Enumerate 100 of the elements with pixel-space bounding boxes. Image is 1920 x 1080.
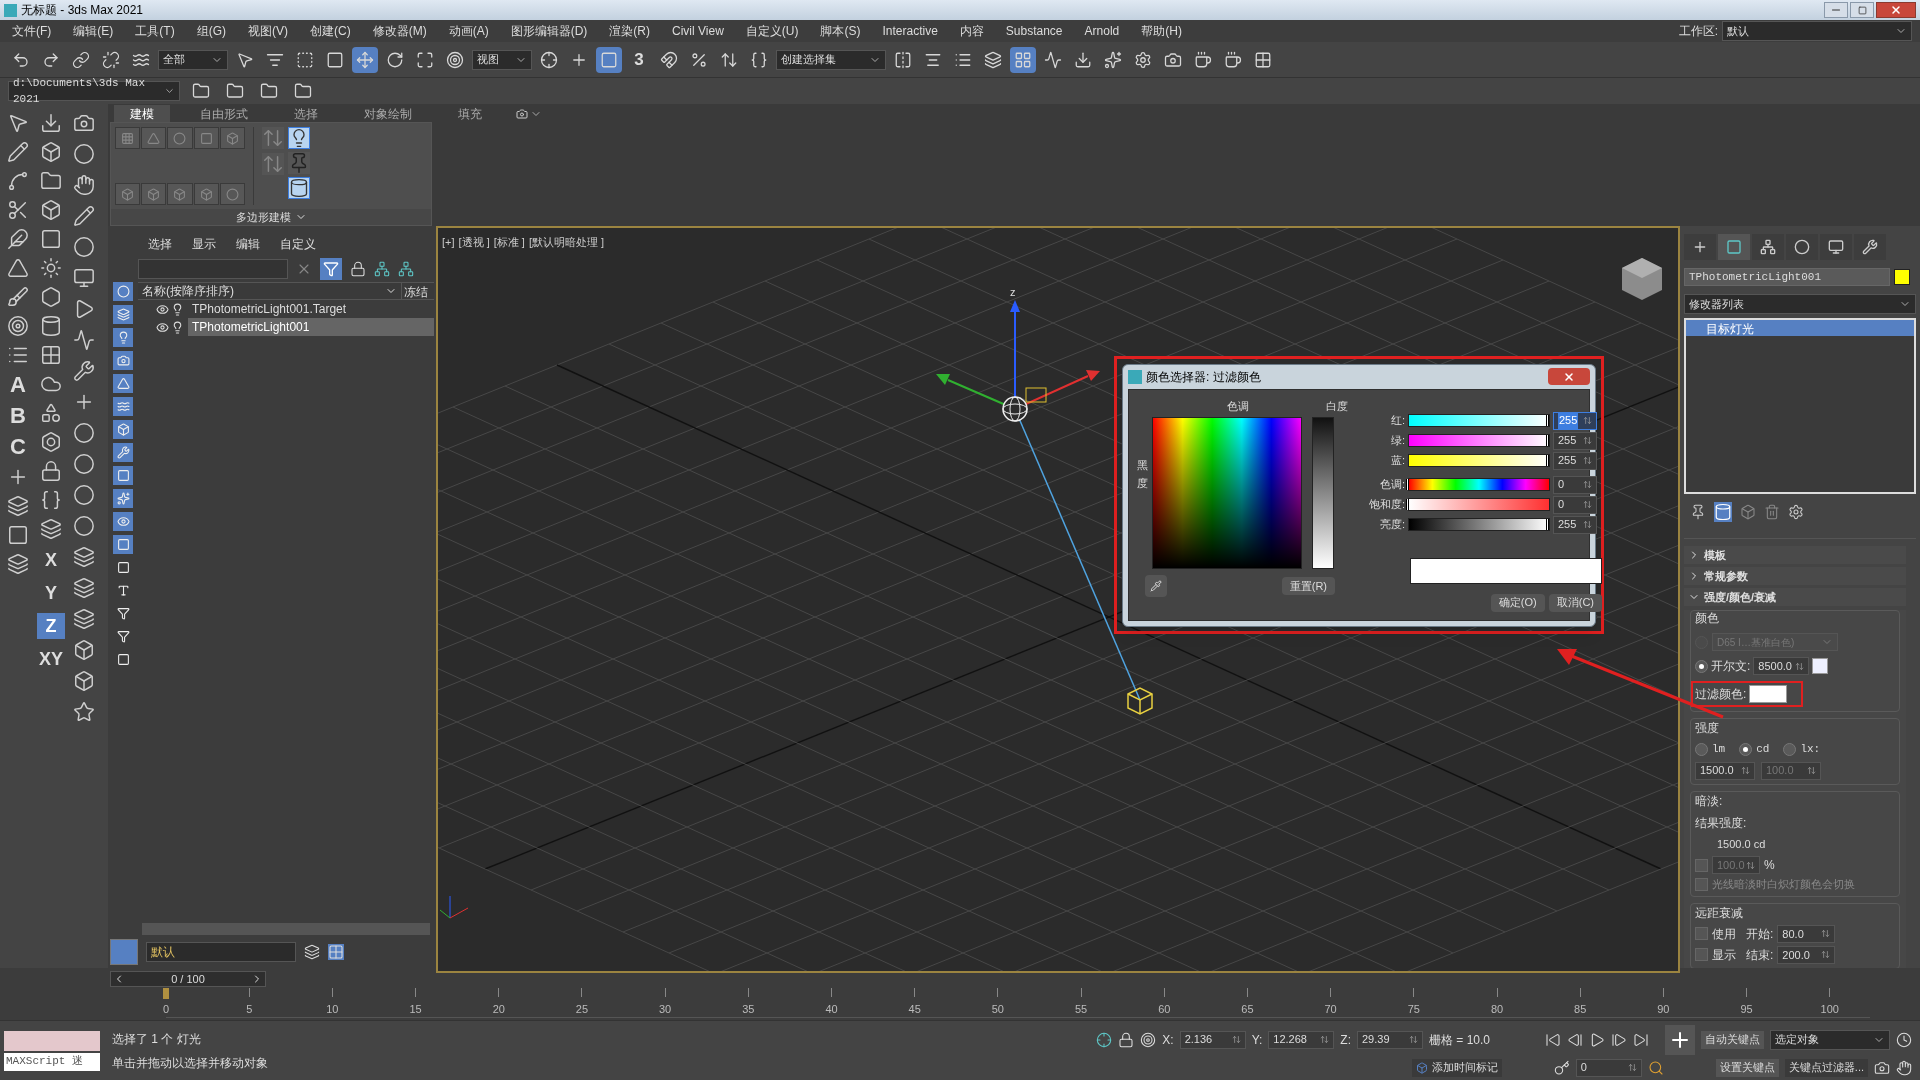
- ribbon-tab[interactable]: 对象绘制: [348, 105, 428, 122]
- viewport-label[interactable]: [默认明暗处理 ]: [528, 234, 605, 251]
- add-time-tag-label: 添加时间标记: [1431, 1060, 1498, 1076]
- menu-item[interactable]: Substance: [1005, 22, 1063, 40]
- selection-filter-dropdown[interactable]: 全部: [158, 49, 228, 70]
- ribbon-tab[interactable]: 填充: [442, 105, 498, 122]
- explorer-menu-item[interactable]: 自定义: [280, 235, 316, 253]
- prompt-text: 单击并拖动以选择并移动对象: [112, 1054, 269, 1072]
- menu-item[interactable]: 自定义(U): [745, 22, 799, 40]
- channel-label: 色调:: [1378, 477, 1405, 493]
- key-mode-dropdown[interactable]: 选定对象: [1770, 1029, 1890, 1050]
- explorer-menu-item[interactable]: 编辑: [236, 235, 260, 253]
- y-coordinate-field[interactable]: 12.268: [1268, 1030, 1335, 1049]
- frame-number: 30: [659, 1001, 672, 1017]
- z-label: Z:: [1340, 1031, 1351, 1049]
- modifier-stack-item[interactable]: 目标灯光: [1686, 320, 1914, 336]
- channel-value-field[interactable]: 255: [1553, 411, 1597, 430]
- rollout-header[interactable]: 强度/颜色/衰减: [1684, 588, 1906, 606]
- named-selection-dropdown[interactable]: 创建选择集: [776, 49, 886, 70]
- frame-number: 5: [246, 1001, 253, 1017]
- ok-button[interactable]: 确定(O): [1490, 593, 1545, 612]
- add-time-tag-button[interactable]: 添加时间标记: [1411, 1058, 1502, 1077]
- axis-constraint-button[interactable]: X: [37, 547, 65, 573]
- ribbon-tab[interactable]: 建模: [114, 105, 170, 122]
- auto-key-button[interactable]: 自动关键点: [1701, 1030, 1764, 1049]
- channel-value-field[interactable]: 255: [1553, 515, 1597, 534]
- menu-item[interactable]: 文件(F): [12, 22, 52, 40]
- ribbon-tab[interactable]: 选择: [278, 105, 334, 122]
- channel-value-field[interactable]: 0: [1553, 475, 1597, 494]
- perspective-viewport[interactable]: [+] [透视 ] [标准 ] [默认明暗处理 ] z 颜色选择器: 过滤颜色 色调 白度 黑度 重置(R) 红: 255 绿: 255 蓝: 255 色调: 0 饱和度: 0 亮度: 255 确定(O) 取消(C): [436, 226, 1680, 973]
- channel-value-field[interactable]: 0: [1553, 495, 1597, 514]
- ribbon-tab[interactable]: 自由形式: [184, 105, 264, 122]
- menu-item[interactable]: Interactive: [882, 22, 938, 40]
- letter-tool-button[interactable]: B: [6, 404, 30, 428]
- menu-item[interactable]: 动画(A): [448, 22, 489, 40]
- axis-constraint-button[interactable]: Y: [37, 580, 65, 606]
- freeze-column-header[interactable]: 冻结: [402, 283, 434, 299]
- channel-label: 绿:: [1389, 433, 1405, 449]
- menu-item[interactable]: Arnold: [1084, 22, 1120, 40]
- end-field[interactable]: 200.0: [1777, 945, 1836, 964]
- intensity-field[interactable]: 1500.0: [1695, 761, 1755, 780]
- x-label: X:: [1162, 1031, 1174, 1049]
- object-name-field[interactable]: TPhotometricLight001: [1684, 268, 1890, 286]
- menu-item[interactable]: 视图(V): [248, 22, 288, 40]
- menu-item[interactable]: 内容: [959, 22, 984, 40]
- x-coordinate-field[interactable]: 2.136: [1179, 1030, 1246, 1049]
- frame-number: 90: [1657, 1001, 1670, 1017]
- menu-item[interactable]: 编辑(E): [73, 22, 114, 40]
- z-coordinate-field[interactable]: 29.39: [1357, 1030, 1423, 1049]
- show-label: 显示: [1712, 946, 1736, 964]
- ribbon-panel-label[interactable]: 多边形建模: [111, 209, 431, 225]
- kelvin-field[interactable]: 8500.0: [1753, 657, 1810, 675]
- group-title: 远距衰减: [1695, 904, 1744, 922]
- channel-label: 红:: [1389, 413, 1405, 429]
- explorer-menu-item[interactable]: 显示: [192, 235, 216, 253]
- frame-number: 35: [742, 1001, 755, 1017]
- start-field[interactable]: 80.0: [1777, 924, 1836, 943]
- result-intensity-label: 结果强度:: [1695, 814, 1748, 832]
- menu-item[interactable]: 帮助(H): [1141, 22, 1182, 40]
- name-column-header[interactable]: 名称(按降序排序): [138, 283, 402, 299]
- key-filters-button[interactable]: 关键点过滤器...: [1784, 1058, 1868, 1077]
- menu-item[interactable]: 工具(T): [135, 22, 175, 40]
- viewport-label[interactable]: [透视 ]: [458, 234, 490, 251]
- channel-value-field[interactable]: 255: [1553, 431, 1597, 450]
- reset-button[interactable]: 重置(R): [1281, 577, 1335, 595]
- layer-dropdown[interactable]: 默认: [146, 941, 296, 962]
- menu-item[interactable]: 组(G): [196, 22, 226, 40]
- percent-label: %: [1764, 857, 1775, 874]
- menu-item[interactable]: 脚本(S): [820, 22, 861, 40]
- axis-constraint-button[interactable]: XY: [37, 646, 65, 672]
- cancel-button[interactable]: 取消(C): [1548, 593, 1602, 612]
- use-label: 使用: [1712, 925, 1736, 943]
- menu-item[interactable]: Civil View: [672, 22, 724, 40]
- workspace-dropdown[interactable]: 默认: [1722, 21, 1912, 41]
- rollout-header[interactable]: 模板: [1684, 546, 1906, 564]
- snap-toggle-button[interactable]: 3: [626, 46, 652, 73]
- frame-number: 20: [492, 1001, 505, 1017]
- reference-coordinate-dropdown[interactable]: 视图: [472, 49, 532, 70]
- letter-tool-button[interactable]: A: [6, 373, 30, 397]
- scene-object-row[interactable]: TPhotometricLight001: [188, 318, 434, 336]
- workspace-label: 工作区:: [1678, 23, 1718, 40]
- menu-item[interactable]: 修改器(M): [372, 22, 427, 40]
- rollout-header[interactable]: 常规参数: [1684, 567, 1906, 585]
- viewport-label[interactable]: [+]: [442, 234, 455, 251]
- group-title: 强度: [1695, 720, 1720, 737]
- menu-item[interactable]: 创建(C): [310, 22, 351, 40]
- maxscript-field[interactable]: MAXScript 迷: [4, 1052, 100, 1071]
- scene-object-row[interactable]: TPhotometricLight001.Target: [188, 300, 434, 318]
- menu-item[interactable]: 图形编辑器(D): [510, 22, 588, 40]
- menu-item[interactable]: 渲染(R): [609, 22, 650, 40]
- frame-navigator[interactable]: 0 / 100: [110, 971, 266, 987]
- axis-constraint-button[interactable]: Z: [37, 613, 65, 639]
- modifier-list-dropdown[interactable]: 修改器列表: [1684, 294, 1916, 314]
- viewport-label[interactable]: [标准 ]: [493, 234, 525, 251]
- current-frame-field[interactable]: 0: [1575, 1058, 1642, 1077]
- channel-value-field[interactable]: 255: [1553, 451, 1597, 470]
- set-key-button[interactable]: 设置关键点: [1715, 1058, 1779, 1077]
- letter-tool-button[interactable]: C: [6, 435, 30, 459]
- axis-label: z: [1010, 285, 1016, 300]
- explorer-menu-item[interactable]: 选择: [148, 235, 172, 253]
